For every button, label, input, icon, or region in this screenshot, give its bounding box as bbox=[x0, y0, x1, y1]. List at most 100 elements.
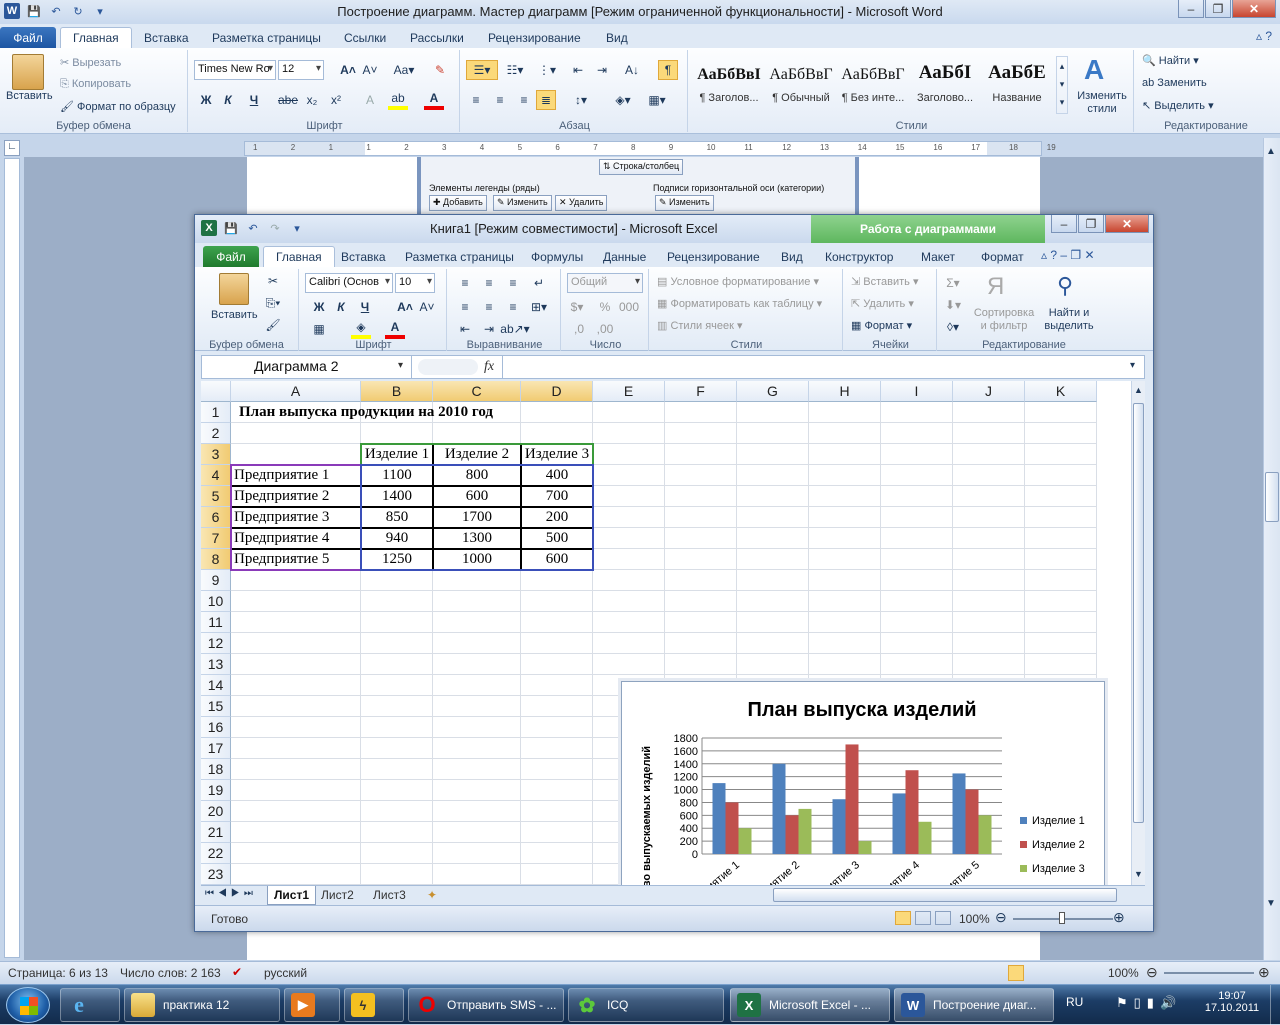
cell[interactable] bbox=[361, 843, 433, 864]
excel-scroll-thumb[interactable] bbox=[1133, 403, 1144, 823]
tray-icons[interactable]: ⚑▯▮🔊 bbox=[1116, 995, 1182, 1011]
table-value-cell[interactable]: 600 bbox=[433, 486, 521, 507]
cell[interactable] bbox=[593, 654, 665, 675]
cell[interactable] bbox=[593, 612, 665, 633]
cell[interactable] bbox=[433, 696, 521, 717]
format-cells-button[interactable]: ▦ Формат ▾ bbox=[851, 319, 912, 332]
tab-insert[interactable]: Вставка bbox=[132, 27, 201, 48]
excel-scroll-up-icon[interactable]: ▲ bbox=[1134, 385, 1143, 395]
cell[interactable] bbox=[231, 843, 361, 864]
cell[interactable] bbox=[809, 402, 881, 423]
excel-tab-review[interactable]: Рецензирование bbox=[655, 246, 772, 267]
excel-horizontal-scrollbar[interactable] bbox=[773, 888, 1117, 902]
column-header[interactable]: E bbox=[593, 381, 665, 402]
cell[interactable] bbox=[521, 423, 593, 444]
subscript-button[interactable]: x₂ bbox=[302, 90, 322, 110]
percent-icon[interactable]: % bbox=[595, 297, 615, 317]
cell[interactable] bbox=[593, 423, 665, 444]
word-zoom-out-icon[interactable]: ⊖ bbox=[1146, 964, 1158, 981]
excel-minimize-button[interactable]: – bbox=[1051, 215, 1077, 233]
minimize-button[interactable]: – bbox=[1178, 0, 1204, 18]
ribbon-help-icon[interactable]: ▵ ? bbox=[1256, 29, 1272, 43]
cell[interactable] bbox=[521, 654, 593, 675]
row-header[interactable]: 4 bbox=[201, 465, 231, 486]
word-zoom-level[interactable]: 100% bbox=[1108, 966, 1139, 980]
row-header[interactable]: 7 bbox=[201, 528, 231, 549]
cell[interactable] bbox=[953, 528, 1025, 549]
cell[interactable] bbox=[881, 591, 953, 612]
sort-filter-button[interactable]: Сортировка и фильтр bbox=[971, 307, 1037, 333]
sheet-title-cell[interactable]: План выпуска продукции на 2010 год bbox=[237, 402, 637, 423]
sheet-tab-1[interactable]: Лист1 bbox=[267, 886, 317, 905]
row-header[interactable]: 3 bbox=[201, 444, 231, 465]
table-row-label[interactable]: Предприятие 1 bbox=[231, 465, 361, 486]
taskbar-icq[interactable]: ✿ ICQ bbox=[568, 988, 724, 1022]
style-heading[interactable]: АаБбI Заголово... bbox=[910, 56, 980, 112]
cell[interactable] bbox=[953, 444, 1025, 465]
bold-button[interactable]: Ж bbox=[196, 90, 216, 110]
cell[interactable] bbox=[521, 696, 593, 717]
cell[interactable] bbox=[231, 780, 361, 801]
taskbar-folder[interactable]: практика 12 bbox=[124, 988, 280, 1022]
cell[interactable] bbox=[433, 612, 521, 633]
formula-input[interactable] bbox=[502, 356, 1144, 378]
page-break-view-icon[interactable] bbox=[935, 911, 951, 925]
cell[interactable] bbox=[361, 612, 433, 633]
styles-scroll[interactable]: ▴ ▾ ▾ bbox=[1056, 56, 1068, 114]
edit-series-button[interactable]: ✎ Изменить bbox=[493, 195, 552, 211]
cell[interactable] bbox=[231, 759, 361, 780]
cell[interactable] bbox=[231, 423, 361, 444]
excel-grow-font-icon[interactable]: A˄ bbox=[395, 297, 415, 317]
cell[interactable] bbox=[433, 633, 521, 654]
table-value-cell[interactable]: 600 bbox=[521, 549, 593, 570]
cell[interactable] bbox=[809, 591, 881, 612]
row-header[interactable]: 17 bbox=[201, 738, 231, 759]
excel-zoom-out-icon[interactable]: ⊖ bbox=[995, 909, 1007, 926]
cell[interactable] bbox=[809, 507, 881, 528]
table-value-cell[interactable]: 1100 bbox=[361, 465, 433, 486]
excel-font-size-combo[interactable]: 10 bbox=[395, 273, 435, 293]
excel-font-name-combo[interactable]: Calibri (Основ bbox=[305, 273, 393, 293]
cell[interactable] bbox=[665, 402, 737, 423]
cell[interactable] bbox=[1025, 486, 1097, 507]
cell[interactable] bbox=[231, 633, 361, 654]
column-header[interactable]: H bbox=[809, 381, 881, 402]
table-value-cell[interactable]: 850 bbox=[361, 507, 433, 528]
excel-restore-button[interactable]: ❐ bbox=[1078, 215, 1104, 233]
expand-formula-icon[interactable]: ▾ bbox=[1130, 360, 1135, 371]
align-middle-icon[interactable]: ≡ bbox=[479, 273, 499, 293]
table-value-cell[interactable]: 500 bbox=[521, 528, 593, 549]
excel-tab-view[interactable]: Вид bbox=[769, 246, 815, 267]
cell[interactable] bbox=[231, 717, 361, 738]
excel-paste-button[interactable]: Вставить bbox=[211, 309, 258, 321]
cell[interactable] bbox=[231, 591, 361, 612]
cell[interactable] bbox=[809, 465, 881, 486]
row-header[interactable]: 22 bbox=[201, 843, 231, 864]
cell[interactable] bbox=[665, 549, 737, 570]
italic-button[interactable]: К bbox=[218, 90, 238, 110]
row-header[interactable]: 10 bbox=[201, 591, 231, 612]
cell[interactable] bbox=[1025, 591, 1097, 612]
cell[interactable] bbox=[809, 423, 881, 444]
find-select-icon[interactable]: ⚲ bbox=[1057, 273, 1073, 299]
cell[interactable] bbox=[521, 591, 593, 612]
row-header[interactable]: 5 bbox=[201, 486, 231, 507]
autosum-icon[interactable]: Σ▾ bbox=[943, 273, 963, 293]
print-layout-icon[interactable] bbox=[1008, 965, 1024, 981]
cell[interactable] bbox=[361, 780, 433, 801]
cell[interactable] bbox=[953, 654, 1025, 675]
cell[interactable] bbox=[521, 759, 593, 780]
cell[interactable] bbox=[737, 444, 809, 465]
replace-button[interactable]: ab Заменить bbox=[1142, 77, 1207, 89]
excel-close-button[interactable]: ✕ bbox=[1105, 215, 1149, 233]
excel-tab-layout[interactable]: Макет bbox=[909, 246, 967, 267]
table-value-cell[interactable]: 200 bbox=[521, 507, 593, 528]
cell[interactable] bbox=[593, 570, 665, 591]
row-header[interactable]: 19 bbox=[201, 780, 231, 801]
cell[interactable] bbox=[231, 675, 361, 696]
conditional-format-button[interactable]: ▤ Условное форматирование ▾ bbox=[657, 275, 819, 288]
excel-borders-icon[interactable]: ▦ bbox=[309, 319, 329, 339]
merge-icon[interactable]: ⊞▾ bbox=[529, 297, 549, 317]
cell[interactable] bbox=[231, 738, 361, 759]
column-header[interactable]: G bbox=[737, 381, 809, 402]
